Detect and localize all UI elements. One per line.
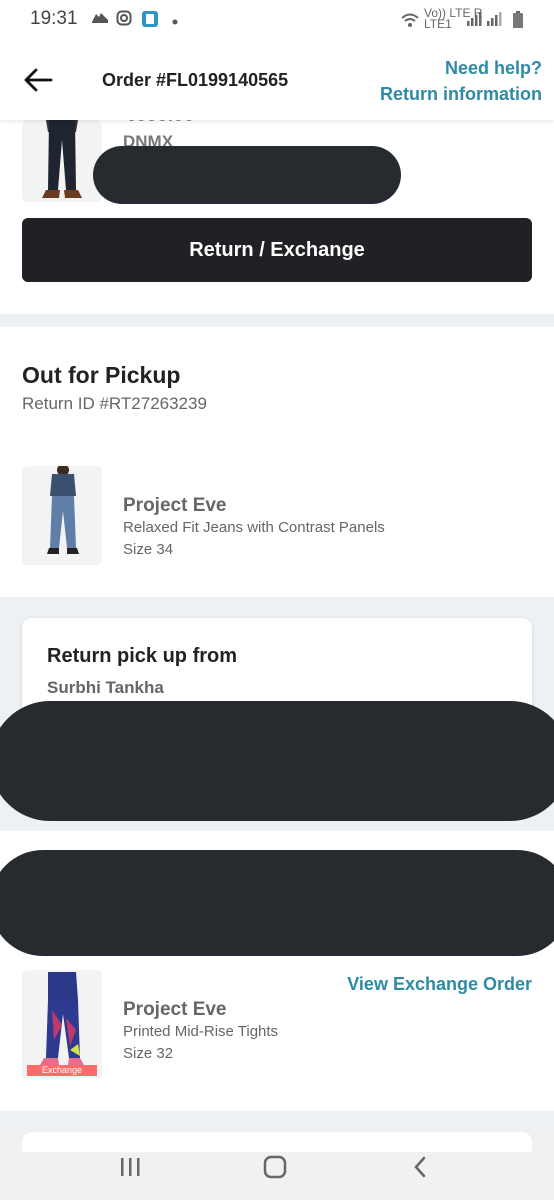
return-id: Return ID #RT27263239 — [22, 394, 207, 413]
redacted-block — [93, 146, 401, 204]
return-information-link[interactable]: Return information — [380, 84, 542, 105]
signal-icon-2 — [486, 11, 502, 31]
return-status-title: Out for Pickup — [22, 362, 181, 388]
page-title: Order #FL0199140565 — [102, 70, 289, 90]
network-label-bottom: LTE1 — [424, 17, 452, 31]
instagram-icon — [116, 10, 132, 30]
back-nav-icon[interactable] — [410, 1155, 430, 1184]
exchange-product-description: Printed Mid-Rise Tights — [123, 1023, 279, 1040]
battery-icon — [512, 10, 524, 34]
app-header: Order #FL0199140565 Need help? Return in… — [0, 42, 554, 120]
shoe-icon — [90, 10, 110, 30]
return-product-description: Relaxed Fit Jeans with Contrast Panels — [123, 519, 385, 536]
back-arrow-icon[interactable] — [22, 64, 54, 96]
need-help-link[interactable]: Need help? — [445, 58, 542, 79]
dot-icon — [172, 12, 178, 29]
status-time: 19:31 — [30, 8, 78, 29]
pickup-name: Surbhi Tankha — [47, 678, 164, 697]
pickup-title: Return pick up from — [47, 645, 238, 667]
return-exchange-button[interactable]: Return / Exchange — [22, 218, 532, 282]
home-icon[interactable] — [262, 1155, 288, 1184]
order-item-brand: DNMX — [123, 132, 174, 151]
product-image-printed-tights[interactable] — [22, 970, 102, 1078]
order-item-card: ₹999.00 DNMX — [0, 105, 554, 314]
wifi-icon — [400, 12, 420, 32]
product-image-relaxed-jeans[interactable] — [22, 466, 102, 565]
recent-apps-icon[interactable] — [118, 1156, 142, 1183]
return-product-size: Size 34 — [123, 541, 174, 558]
signal-icon-1 — [466, 11, 482, 31]
status-bar: 19:31 Vo)) LTE R LTE1 — [0, 0, 554, 42]
redacted-exchange-block — [0, 850, 554, 956]
product-image-dnmx-jeans[interactable] — [22, 120, 102, 202]
view-exchange-order-link[interactable]: View Exchange Order — [347, 974, 532, 995]
next-card-peek — [22, 1132, 532, 1152]
app-icon — [141, 10, 159, 32]
exchange-product-size: Size 32 — [123, 1045, 174, 1062]
exchange-badge: Exchange — [27, 1065, 97, 1076]
return-status-card: Out for Pickup Return ID #RT27263239 Pro… — [0, 327, 554, 597]
redacted-address-block — [0, 701, 554, 821]
return-product-brand: Project Eve — [123, 495, 227, 516]
exchange-product-brand: Project Eve — [123, 999, 227, 1020]
